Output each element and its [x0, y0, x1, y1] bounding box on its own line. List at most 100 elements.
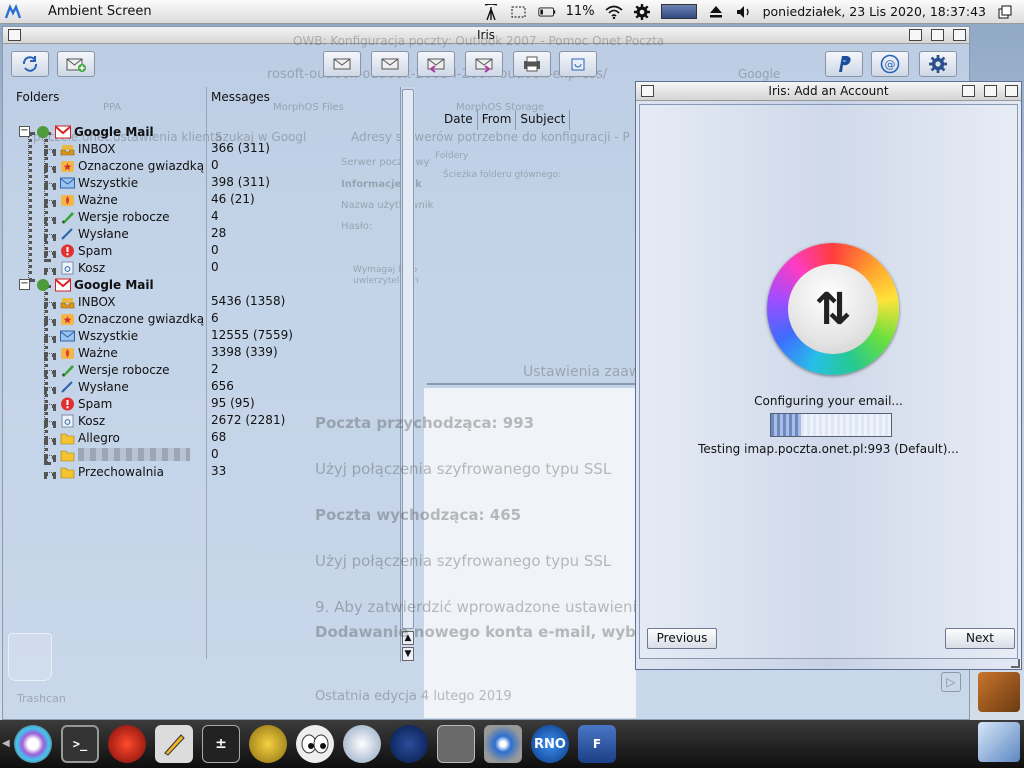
folder-row[interactable]: Ważne 3398 (339)	[10, 345, 400, 362]
folder-row[interactable]: Allegro 68	[10, 430, 400, 447]
iris-mail-dock-icon[interactable]	[437, 725, 475, 763]
fonts-dock-icon[interactable]: F	[578, 725, 616, 763]
gear-icon[interactable]	[633, 3, 651, 20]
dock-scroll-left-icon[interactable]: ◀	[2, 738, 10, 749]
folder-row[interactable]: Wszystkie 398 (311)	[10, 175, 400, 192]
folder-message-count: 2	[211, 362, 219, 376]
svg-text:@: @	[885, 58, 896, 71]
settings-button[interactable]	[919, 51, 957, 77]
iconify-gadget-icon[interactable]	[909, 29, 922, 41]
folder-label: Kosz	[78, 414, 106, 428]
volume-icon[interactable]	[735, 4, 753, 20]
folder-message-count: 33	[211, 464, 227, 478]
folder-scrollbar[interactable]: ▲ ▼	[400, 87, 415, 662]
folder-row[interactable]: Kosz 0	[10, 260, 400, 277]
wifi-icon[interactable]	[605, 4, 623, 20]
folder-row[interactable]: Wszystkie 12555 (7559)	[10, 328, 400, 345]
next-button[interactable]: Next	[945, 628, 1015, 649]
new-mail-button[interactable]	[57, 51, 95, 77]
folder-row[interactable]: Wersje robocze 2	[10, 362, 400, 379]
drive-desktop-icon[interactable]	[978, 672, 1020, 712]
folders-column-header[interactable]: Folders	[16, 90, 59, 104]
calculator-dock-icon[interactable]: ±	[202, 725, 240, 763]
eyes-dock-icon[interactable]	[296, 725, 334, 763]
paypal-button[interactable]	[825, 51, 863, 77]
folder-row[interactable]: Wersje robocze 4	[10, 209, 400, 226]
eye-dock-icon[interactable]	[484, 725, 522, 763]
folder-row[interactable]: Wysłane 28	[10, 226, 400, 243]
date-column-header[interactable]: Date	[440, 110, 478, 130]
folder-label: Wysłane	[78, 227, 129, 241]
delete-button[interactable]	[559, 51, 597, 77]
accounts-button[interactable]: @	[871, 51, 909, 77]
scroll-down-icon[interactable]: ▼	[402, 647, 414, 661]
folder-message-count: 0	[211, 260, 219, 274]
ghost-form-text: Ścieżka folderu głównego:	[443, 170, 562, 180]
refresh-button[interactable]	[11, 51, 49, 77]
morphos-logo-icon[interactable]	[0, 0, 26, 24]
resize-handle[interactable]	[1011, 659, 1020, 668]
account-name: Google Mail	[74, 125, 154, 139]
reply-all-button[interactable]	[417, 51, 455, 77]
folder-row[interactable]: INBOX 366 (311)	[10, 141, 400, 158]
get-mail-button[interactable]	[323, 51, 361, 77]
dialog-title: Iris: Add an Account	[768, 84, 889, 98]
folder-message-count: 0	[211, 158, 219, 172]
ambient-dock-icon[interactable]	[14, 725, 52, 763]
folder-message-count: 2672 (2281)	[211, 413, 286, 427]
folder-label: INBOX	[78, 295, 116, 309]
folder-label: Spam	[78, 244, 113, 258]
dialog-titlebar[interactable]: Iris: Add an Account	[636, 82, 1021, 101]
reply-button[interactable]	[371, 51, 409, 77]
screenshot-icon[interactable]	[510, 4, 528, 20]
rno-effects-dock-icon[interactable]: RNO	[531, 725, 569, 763]
pane-divider[interactable]	[427, 383, 639, 385]
hedgehog-dock-icon[interactable]	[249, 725, 287, 763]
tree-connector	[44, 387, 56, 391]
tree-connector	[44, 302, 56, 306]
clock-dock-icon[interactable]	[343, 725, 381, 763]
progress-bar	[770, 413, 892, 437]
system-monitor-dock-icon[interactable]	[108, 725, 146, 763]
dialog-close-icon[interactable]	[641, 85, 654, 97]
depth-gadget-icon[interactable]	[953, 29, 966, 41]
folder-row[interactable]: INBOX 5436 (1358)	[10, 294, 400, 311]
folder-row[interactable]: Wysłane 656	[10, 379, 400, 396]
zoom-gadget-icon[interactable]	[931, 29, 944, 41]
dialog-depth-icon[interactable]	[1005, 85, 1018, 97]
account-row[interactable]: − Google Mail	[10, 124, 400, 141]
tree-connector	[44, 455, 56, 459]
collapse-icon[interactable]: −	[19, 279, 30, 290]
screens-icon[interactable]	[996, 4, 1014, 20]
antenna-icon[interactable]	[482, 3, 500, 20]
folder-label	[78, 448, 190, 461]
dialog-zoom-icon[interactable]	[984, 85, 997, 97]
folder-row[interactable]: Spam 0	[10, 243, 400, 260]
tree-connector	[44, 166, 56, 170]
account-row[interactable]: − Google Mail	[10, 277, 400, 294]
shell-dock-icon[interactable]: >_	[61, 725, 99, 763]
folder-row[interactable]: Spam 95 (95)	[10, 396, 400, 413]
folder-label: Wszystkie	[78, 329, 139, 343]
print-button[interactable]	[513, 51, 551, 77]
folder-row[interactable]: Oznaczone gwiazdką 0	[10, 158, 400, 175]
compass-browser-dock-icon[interactable]	[390, 725, 428, 763]
collapse-icon[interactable]: −	[19, 126, 30, 137]
transfer-arrows-icon: ⇅	[788, 264, 878, 354]
text-editor-dock-icon[interactable]	[155, 725, 193, 763]
messages-column-header[interactable]: Messages	[211, 90, 270, 104]
folder-row[interactable]: Ważne 46 (21)	[10, 192, 400, 209]
toolbox-desktop-icon[interactable]	[978, 722, 1020, 762]
eject-icon[interactable]	[707, 4, 725, 20]
from-column-header[interactable]: From	[478, 110, 517, 130]
scrollbar-knob[interactable]	[402, 89, 414, 629]
previous-button[interactable]: Previous	[647, 628, 717, 649]
trashcan-desktop-icon[interactable]	[8, 633, 52, 681]
subject-column-header[interactable]: Subject	[516, 110, 571, 130]
tree-connector	[44, 319, 56, 323]
folder-row[interactable]: Oznaczone gwiazdką 6	[10, 311, 400, 328]
folder-message-count: 46 (21)	[211, 192, 255, 206]
dialog-iconify-icon[interactable]	[962, 85, 975, 97]
forward-button[interactable]	[465, 51, 503, 77]
folder-label: Kosz	[78, 261, 106, 275]
